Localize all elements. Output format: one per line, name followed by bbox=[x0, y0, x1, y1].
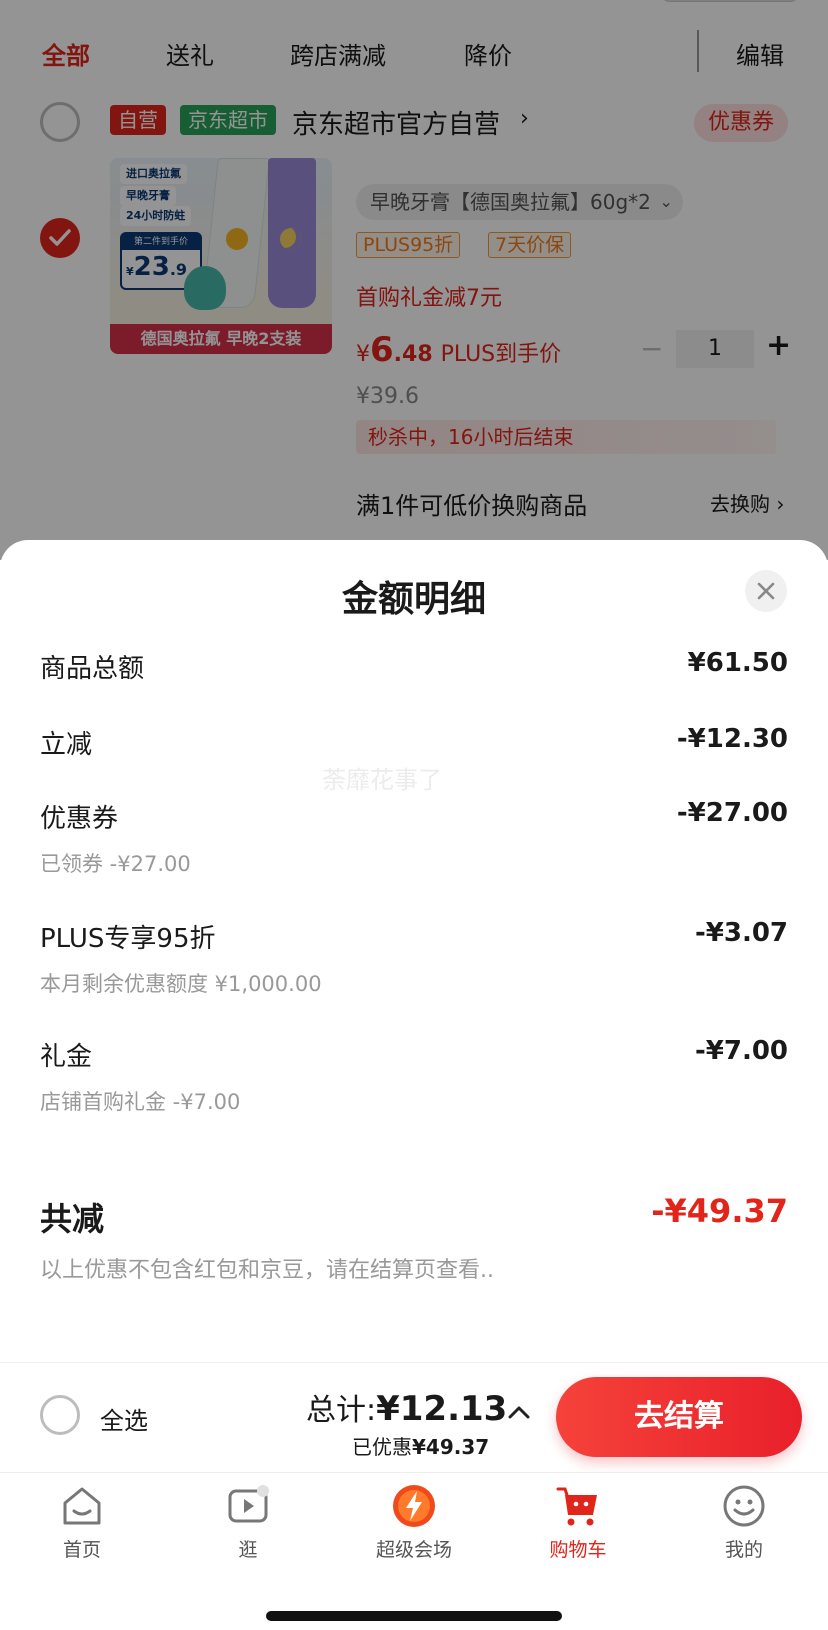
total-prefix: 总计: bbox=[306, 1393, 377, 1428]
amount-detail-sheet: 金额明细 荼靡花事了 商品总额 ¥61.50 立减 -¥12.30 优惠券 -¥… bbox=[0, 540, 828, 1470]
saved-value: ¥49.37 bbox=[412, 1435, 490, 1459]
nav-home[interactable]: 首页 bbox=[22, 1483, 142, 1562]
plus-discount-sub: 本月剩余优惠额度 ¥1,000.00 bbox=[40, 972, 322, 996]
instant-discount-label: 立减 bbox=[40, 730, 93, 760]
gift-money-sub: 店铺首购礼金 -¥7.00 bbox=[40, 1090, 241, 1114]
coupon-sub: 已领券 -¥27.00 bbox=[40, 852, 191, 876]
gift-money-label: 礼金 bbox=[40, 1042, 93, 1072]
saved-amount: 已优惠¥49.37 bbox=[352, 1431, 489, 1460]
select-all-radio[interactable] bbox=[40, 1395, 80, 1435]
watermark: 荼靡花事了 bbox=[322, 766, 442, 794]
coupon-amount: -¥27.00 bbox=[676, 798, 788, 828]
total-discount-amount: -¥49.37 bbox=[651, 1192, 788, 1230]
nav-cart-label: 购物车 bbox=[549, 1539, 607, 1561]
chevron-up-icon[interactable] bbox=[508, 1405, 530, 1419]
nav-super-venue-label: 超级会场 bbox=[375, 1539, 452, 1561]
profile-icon bbox=[721, 1483, 767, 1529]
checkout-button[interactable]: 去结算 bbox=[556, 1377, 802, 1457]
discount-note: 以上优惠不包含红包和京豆，请在结算页查看.. bbox=[40, 1258, 494, 1283]
coupon-label: 优惠券 bbox=[40, 804, 119, 834]
home-icon bbox=[59, 1483, 105, 1529]
nav-profile-label: 我的 bbox=[724, 1539, 763, 1561]
close-button[interactable] bbox=[745, 570, 787, 612]
checkout-bar: 全选 总计:¥12.13 已优惠¥49.37 去结算 bbox=[0, 1362, 828, 1472]
total-price: 总计:¥12.13 bbox=[306, 1385, 507, 1429]
nav-home-label: 首页 bbox=[62, 1539, 101, 1561]
select-all-label[interactable]: 全选 bbox=[100, 1401, 148, 1436]
dim-overlay[interactable] bbox=[0, 0, 828, 560]
nav-profile[interactable]: 我的 bbox=[684, 1483, 804, 1562]
goods-total-label: 商品总额 bbox=[40, 654, 145, 684]
instant-discount-amount: -¥12.30 bbox=[676, 724, 788, 754]
nav-browse[interactable]: 逛 bbox=[188, 1483, 308, 1562]
plus-discount-label: PLUS专享95折 bbox=[40, 924, 216, 954]
close-icon bbox=[757, 582, 775, 600]
bottom-nav: 首页 逛 超级会场 购物车 我的 bbox=[0, 1472, 828, 1630]
nav-super-venue[interactable]: 超级会场 bbox=[354, 1483, 474, 1562]
home-indicator bbox=[266, 1611, 562, 1621]
nav-browse-label: 逛 bbox=[238, 1539, 258, 1561]
saved-prefix: 已优惠 bbox=[352, 1435, 412, 1459]
plus-discount-amount: -¥3.07 bbox=[694, 918, 788, 948]
sheet-title: 金额明细 bbox=[341, 579, 486, 620]
goods-total-amount: ¥61.50 bbox=[687, 648, 788, 678]
total-discount-label: 共减 bbox=[40, 1200, 105, 1238]
video-play-icon bbox=[225, 1483, 271, 1529]
cart-background: 全部 送礼 跨店满减 降价 编辑 自营 京东超市 京东超市官方自营 › 优惠券 … bbox=[0, 0, 828, 560]
total-value: ¥12.13 bbox=[376, 1389, 508, 1429]
nav-cart[interactable]: 购物车 bbox=[518, 1483, 638, 1562]
super-venue-icon bbox=[391, 1483, 437, 1529]
cart-icon bbox=[555, 1483, 601, 1529]
gift-money-amount: -¥7.00 bbox=[694, 1036, 788, 1066]
